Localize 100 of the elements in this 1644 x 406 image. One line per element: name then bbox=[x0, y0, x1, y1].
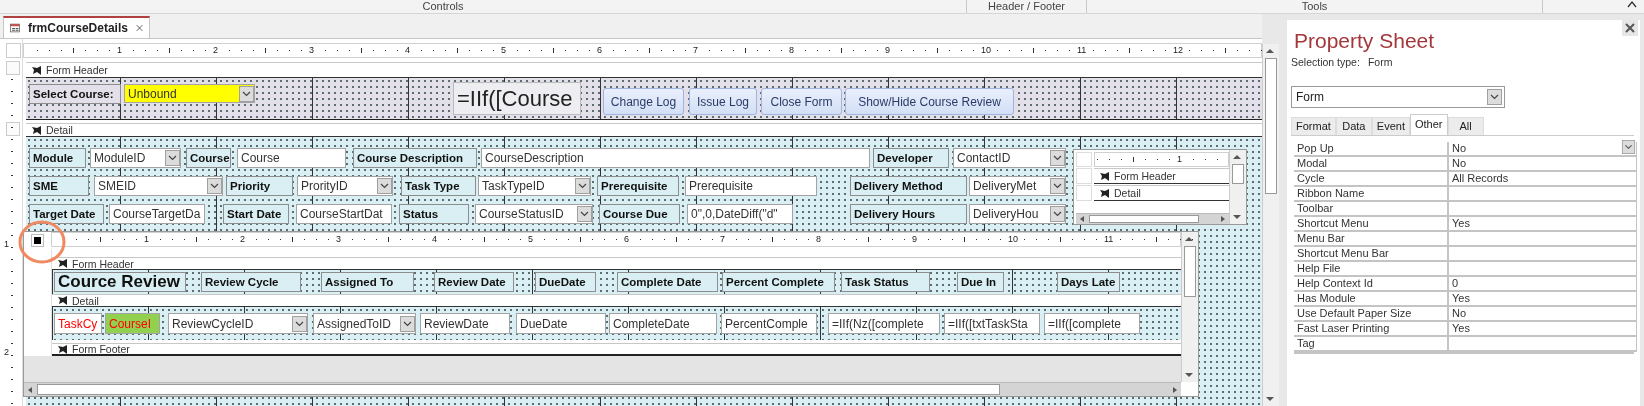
document-tab[interactable]: frmCourseDetails bbox=[3, 16, 150, 38]
form-label: Task Type bbox=[401, 176, 476, 196]
ruler-number: 4 bbox=[432, 234, 437, 245]
ruler-number: 6 bbox=[597, 45, 602, 56]
combo-box[interactable]: ProrityID bbox=[297, 176, 393, 196]
section-bar[interactable]: Detail bbox=[52, 294, 1181, 307]
form-label: Course Due bbox=[599, 204, 680, 224]
tab-label[interactable]: frmCourseDetails bbox=[27, 21, 128, 35]
ruler-number: 5 bbox=[501, 45, 506, 56]
form-label: Course Description bbox=[353, 148, 477, 168]
text-box[interactable]: =IIf([Course bbox=[453, 82, 581, 115]
ruler-number: 9 bbox=[885, 45, 890, 56]
property-tab[interactable]: Event bbox=[1371, 117, 1410, 135]
ruler-number: 3 bbox=[309, 45, 314, 56]
property-name: Pop Up bbox=[1294, 142, 1447, 157]
property-name: Modal bbox=[1294, 157, 1447, 172]
form-label: Start Date bbox=[223, 204, 289, 224]
section-bar[interactable]: Form Footer bbox=[52, 343, 1181, 356]
combo-box[interactable]: AssignedToID bbox=[313, 313, 416, 334]
property-value[interactable]: 0 bbox=[1447, 277, 1637, 292]
subform-control[interactable]: 1 Form Header Detail bbox=[1073, 149, 1247, 225]
property-name: Shortcut Menu Bar bbox=[1294, 247, 1447, 262]
property-value[interactable]: No bbox=[1447, 157, 1637, 172]
ruler-number: 2 bbox=[213, 45, 218, 56]
property-tab[interactable]: All bbox=[1447, 117, 1484, 135]
ruler-number: 8 bbox=[789, 45, 794, 56]
text-box[interactable]: DueDate bbox=[516, 313, 606, 334]
section-bar[interactable]: Detail bbox=[26, 123, 1262, 137]
property-tab[interactable]: Format bbox=[1291, 117, 1336, 135]
section-bar[interactable]: Form Header bbox=[1094, 168, 1229, 184]
property-name: Has Module bbox=[1294, 292, 1447, 307]
form-label: Assigned To bbox=[321, 272, 414, 292]
property-value[interactable]: Yes bbox=[1447, 292, 1637, 307]
text-box[interactable]: CourseDescription bbox=[481, 148, 870, 168]
form-label: Target Date bbox=[29, 204, 104, 224]
text-box[interactable]: PercentComple bbox=[721, 313, 817, 334]
property-value[interactable]: All Records bbox=[1447, 172, 1637, 187]
property-value[interactable]: Yes bbox=[1447, 322, 1637, 337]
form-label: Task Status bbox=[841, 272, 930, 292]
property-name: Cycle bbox=[1294, 172, 1447, 187]
property-tab[interactable]: Other bbox=[1410, 114, 1448, 135]
ruler-number: 7 bbox=[720, 234, 725, 245]
property-tab[interactable]: Data bbox=[1335, 117, 1372, 135]
combo-box[interactable]: DeliveryHou bbox=[969, 204, 1066, 224]
ruler-number: 2 bbox=[4, 347, 9, 357]
property-name: Shortcut Menu bbox=[1294, 217, 1447, 232]
form-label: Complete Date bbox=[617, 272, 718, 292]
text-box[interactable]: CourseStartDat bbox=[296, 204, 392, 224]
combo-box[interactable]: ContactID bbox=[953, 148, 1066, 168]
combo-box[interactable]: ReviewCycleID bbox=[168, 313, 308, 334]
section-bar[interactable]: Detail bbox=[1094, 185, 1229, 201]
ruler-number: 11 bbox=[1104, 234, 1114, 245]
combo-box[interactable]: DeliveryMet bbox=[969, 176, 1066, 196]
ruler-number: 9 bbox=[912, 234, 917, 245]
form-title: Cource Review bbox=[54, 272, 186, 292]
text-box[interactable]: TaskCy bbox=[54, 313, 102, 334]
ruler-number: 10 bbox=[1008, 234, 1018, 245]
property-name: Use Default Paper Size bbox=[1294, 307, 1447, 322]
form-label: SME bbox=[29, 176, 89, 196]
command-button[interactable]: Close Form bbox=[761, 88, 842, 115]
object-dropdown[interactable]: Form bbox=[1291, 86, 1505, 108]
text-box[interactable]: =IIf([complete bbox=[1044, 313, 1140, 334]
form-label: Review Cycle bbox=[201, 272, 301, 292]
command-button[interactable]: Issue Log bbox=[689, 88, 757, 115]
form-label: Delivery Hours bbox=[850, 204, 967, 224]
text-box[interactable]: 0",0,DateDiff("d" bbox=[687, 204, 793, 224]
ruler-number: 6 bbox=[624, 234, 629, 245]
text-box[interactable]: Prerequisite bbox=[685, 176, 817, 196]
form-label: Select Course: bbox=[29, 84, 121, 104]
form-label: Prerequisite bbox=[597, 176, 679, 196]
property-name: Menu Bar bbox=[1294, 232, 1447, 247]
text-box[interactable]: CompleteDate bbox=[609, 313, 717, 334]
text-box[interactable]: CourseTargetDa bbox=[109, 204, 205, 224]
combo-box[interactable]: Unbound bbox=[124, 84, 255, 103]
property-value[interactable]: Yes bbox=[1447, 217, 1637, 232]
text-box[interactable]: =IIf(Nz([complete bbox=[828, 313, 940, 334]
ruler-number: 12 bbox=[1173, 45, 1183, 56]
property-name: Ribbon Name bbox=[1294, 187, 1447, 202]
panel-title: Property Sheet bbox=[1293, 28, 1436, 54]
combo-box[interactable]: ModuleID bbox=[90, 148, 181, 168]
form-label: Percent Complete bbox=[722, 272, 835, 292]
combo-box[interactable]: CourseStatusID bbox=[475, 204, 593, 224]
text-box[interactable]: ReviewDate bbox=[420, 313, 510, 334]
combo-box[interactable]: SMEID bbox=[94, 176, 223, 196]
section-bar[interactable]: Form Header bbox=[52, 257, 1181, 270]
ruler-number: 7 bbox=[693, 45, 698, 56]
text-box[interactable]: Course bbox=[237, 148, 346, 168]
section-bar[interactable]: Form Header bbox=[26, 62, 1262, 78]
combo-box[interactable]: TaskTypeID bbox=[478, 176, 591, 196]
text-box[interactable]: =IIf([txtTaskSta bbox=[944, 313, 1040, 334]
ribbon-group-label: Controls bbox=[0, 0, 967, 13]
property-value[interactable]: No bbox=[1447, 307, 1637, 322]
property-name: Help File bbox=[1294, 262, 1447, 277]
ribbon-group-label: Tools bbox=[1087, 0, 1543, 13]
ruler-number: 3 bbox=[336, 234, 341, 245]
command-button[interactable]: Show/Hide Course Review bbox=[845, 88, 1014, 115]
form-label: Module bbox=[29, 148, 86, 168]
command-button[interactable]: Change Log bbox=[603, 88, 684, 115]
form-label: Course bbox=[186, 148, 231, 168]
property-value[interactable]: No bbox=[1447, 142, 1637, 157]
